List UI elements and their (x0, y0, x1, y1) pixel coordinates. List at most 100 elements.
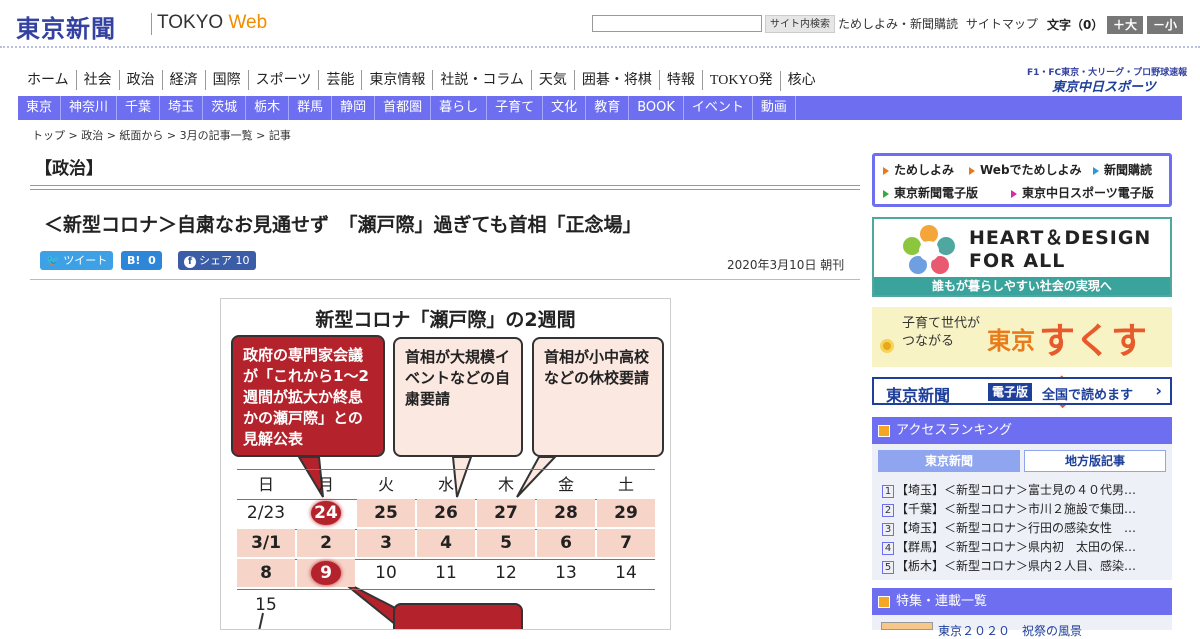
tab-tokyo[interactable]: 東京新聞 (878, 450, 1020, 472)
hatena-count: 0 (148, 254, 156, 267)
region-nav-item[interactable]: 東京 (18, 96, 62, 120)
calendar-day: 26 (417, 499, 475, 527)
web-trial-link-label: Webでためしよみ (980, 163, 1082, 177)
calendar-day-highlight: 9 (297, 559, 355, 587)
region-nav-item[interactable]: 文化 (543, 96, 587, 120)
nav-item[interactable]: TOKYO発 (703, 71, 781, 91)
square-bullet-icon (878, 596, 890, 608)
region-nav-item[interactable]: 教育 (586, 96, 630, 120)
site-logo[interactable]: 東京新聞 (16, 9, 116, 44)
sukusuku-banner[interactable]: 子育て世代が つながる 東京 すくすく (872, 307, 1172, 414)
calendar-day: 3 (357, 529, 415, 557)
tab-regional[interactable]: 地方版記事 (1024, 450, 1166, 472)
e-edition-link[interactable]: 東京新聞電子版 (883, 184, 978, 201)
arrow-icon (969, 166, 975, 175)
nav-item[interactable]: ホーム (20, 70, 77, 90)
region-nav-item[interactable]: 静岡 (332, 96, 376, 120)
ranking-item-text: 【千葉】＜新型コロナ＞市川２施設で集団… (896, 502, 1137, 516)
ranking-item[interactable]: 3 【埼玉】＜新型コロナ＞行田の感染女性 … (882, 519, 1167, 536)
chunichi-e-edition-label: 東京中日スポーツ電子版 (1022, 186, 1154, 200)
font-size-label: 文字（0） (1047, 18, 1104, 32)
region-nav-item[interactable]: 動画 (753, 96, 796, 120)
access-ranking-box: アクセスランキング 東京新聞 地方版記事 1 【埼玉】＜新型コロナ＞富士見の４０代… (872, 417, 1172, 580)
site-logo-en[interactable]: TOKYO Web (157, 12, 267, 34)
feature-thumbnail[interactable] (881, 622, 933, 630)
ranking-item[interactable]: 1 【埼玉】＜新型コロナ＞富士見の４０代男… (882, 481, 1167, 498)
nav-item[interactable]: 天気 (532, 70, 575, 90)
nav-item[interactable]: 社会 (77, 70, 120, 90)
region-nav-item[interactable]: イベント (684, 96, 753, 120)
article-date: 2020年3月10日 朝刊 (727, 258, 845, 272)
ranking-item[interactable]: 2 【千葉】＜新型コロナ＞市川２施設で集団… (882, 500, 1167, 517)
tweet-button[interactable]: 🐦 ツイート (40, 251, 114, 270)
ranking-item-text: 【栃木】＜新型コロナ＞県内２人目、感染… (896, 559, 1137, 573)
region-nav-item[interactable]: 茨城 (203, 96, 247, 120)
calendar-week-row: 2/23 24 25 26 27 28 29 (237, 499, 655, 527)
rank-number: 2 (882, 504, 894, 517)
sukusuku-tagline: 子育て世代が つながる (902, 316, 1059, 349)
chunichi-logo[interactable]: 東京中日スポーツ (1052, 76, 1156, 95)
nav-item[interactable]: 囲碁・将棋 (575, 70, 660, 90)
heart-design-logo-icon (903, 225, 955, 274)
secondary-nav: 東京 神奈川 千葉 埼玉 茨城 栃木 群馬 静岡 首都圏 暮らし 子育て 文化 教育 BOOK イベント 動画 (18, 96, 1182, 120)
nav-item[interactable]: 政治 (120, 70, 163, 90)
calendar-day: 13 (555, 563, 577, 583)
e-edition-banner[interactable]: 東京新聞 電子版 全国で読めます › (872, 377, 1172, 405)
region-nav-item[interactable]: BOOK (629, 96, 684, 120)
article-figure[interactable]: 新型コロナ「瀬戸際」の2週間 政府の専門家会議が「これから1～2週間が拡大か終息… (220, 298, 671, 630)
nav-item[interactable]: スポーツ (249, 70, 320, 90)
nav-item[interactable]: 核心 (781, 70, 823, 90)
calendar-week-row: 3/1 2 3 4 5 6 7 (237, 529, 655, 557)
region-nav-item[interactable]: 子育て (487, 96, 544, 120)
calendar-day: 27 (477, 499, 535, 527)
nav-item[interactable]: 社説・コラム (433, 70, 532, 90)
calendar-day-highlight: 24 (297, 499, 355, 527)
trial-link[interactable]: ためしよみ (883, 161, 954, 178)
region-nav-item[interactable]: 栃木 (246, 96, 290, 120)
search-input[interactable] (592, 15, 762, 32)
ranking-item-text: 【群馬】＜新型コロナ＞県内初 太田の保… (896, 540, 1137, 554)
calendar-day: 3/1 (237, 529, 295, 557)
article-title: ＜新型コロナ＞自粛なお見通せず 「瀬戸際」過ぎても首相「正念場」 (44, 214, 642, 236)
subscribe-link[interactable]: ためしよみ・新聞購読 (838, 17, 958, 31)
facebook-share-button[interactable]: f シェア 10 (178, 251, 256, 270)
weekday-label: 日 (257, 475, 274, 494)
region-nav-item[interactable]: 群馬 (289, 96, 333, 120)
features-header: 特集・連載一覧 (872, 588, 1172, 615)
weekday-label: 木 (497, 475, 514, 494)
region-nav-item[interactable]: 暮らし (431, 96, 488, 120)
web-trial-link[interactable]: Webでためしよみ (969, 161, 1082, 178)
calendar-day: 2 (297, 529, 355, 557)
ranking-item[interactable]: 5 【栃木】＜新型コロナ＞県内２人目、感染… (882, 557, 1167, 574)
subscribe-side-link[interactable]: 新聞購読 (1093, 161, 1152, 178)
sitemap-link[interactable]: サイトマップ (966, 17, 1038, 31)
feature-item-link[interactable]: 東京２０２０ 祝祭の風景 (938, 622, 1082, 639)
calendar-day: 15 (255, 595, 277, 615)
font-decrease-button[interactable]: －小 (1147, 16, 1183, 34)
tab-regional-label: 地方版記事 (1064, 454, 1125, 468)
font-increase-button[interactable]: ＋大 (1107, 16, 1143, 34)
nav-item[interactable]: 国際 (206, 70, 249, 90)
region-nav-item[interactable]: 首都圏 (375, 96, 432, 120)
region-nav-item[interactable]: 神奈川 (61, 96, 118, 120)
search-button[interactable]: サイト内検索 (765, 15, 835, 33)
logo-en-tokyo: TOKYO (157, 12, 229, 33)
heart-design-line1: HEART＆DESIGN (969, 227, 1152, 249)
chunichi-sports-e-edition-link[interactable]: 東京中日スポーツ電子版 (1011, 184, 1154, 201)
nav-item[interactable]: 経済 (163, 70, 206, 90)
section-divider (30, 185, 860, 190)
logo-divider (151, 13, 152, 35)
nav-item[interactable]: 芸能 (319, 70, 363, 90)
day-24-marker: 24 (311, 501, 341, 525)
nav-item[interactable]: 特報 (660, 70, 703, 90)
ranking-item[interactable]: 4 【群馬】＜新型コロナ＞県内初 太田の保… (882, 538, 1167, 555)
calendar-weekday-row: 日 月 火 水 木 金 土 (237, 471, 655, 499)
calendar-week-row: 8 9 10 11 12 13 14 (237, 559, 655, 587)
region-nav-item[interactable]: 埼玉 (160, 96, 204, 120)
nav-item[interactable]: 東京情報 (362, 70, 434, 90)
region-nav-item[interactable]: 千葉 (117, 96, 161, 120)
breadcrumb[interactable]: トップ > 政治 > 紙面から > 3月の記事一覧 > 記事 (32, 127, 291, 143)
heart-design-line2: FOR ALL (969, 250, 1066, 272)
hatena-button[interactable]: B! 0 (121, 251, 162, 270)
heart-design-banner[interactable]: HEART＆DESIGN FOR ALL 誰もが暮らしやすい社会の実現へ (872, 217, 1172, 297)
